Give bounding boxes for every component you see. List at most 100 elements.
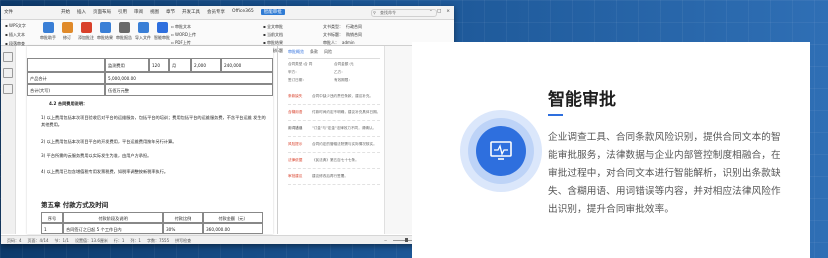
ribbon-tab[interactable]: 视图 xyxy=(150,9,159,15)
review-tab[interactable]: 风险 xyxy=(324,49,332,54)
ribbon-tab[interactable]: 开始 xyxy=(61,9,70,15)
document-page[interactable]: 监测费用 120 月 2,000 240,000 产品合计 5,000,000.00 合计(大… xyxy=(27,46,273,234)
status-left-group: 页码：4 页面：4/14 节：1/1 设置值：13.6厘米 行：1 列：1 字数：7555 拼… xyxy=(7,236,191,244)
clause-paragraph: 1) 以上费用包括本次项目验收后对平台的运维服务，包括平台的培训；费用包括平台的… xyxy=(41,115,266,127)
payment-table-header: 付款阶段及说明 xyxy=(63,212,163,223)
review-item-text: 建议修改后再行签署。 xyxy=(312,174,348,178)
review-item-tag: 用词错误 xyxy=(288,126,303,130)
review-summary-field: 甲方： xyxy=(288,70,299,74)
ribbon-field-value[interactable]: admin xyxy=(342,40,355,45)
ribbon-upload-item[interactable]: ▫ 审批文本 xyxy=(171,23,196,31)
status-position: 设置值：13.6厘米 xyxy=(74,238,108,243)
ribbon-field-row: 文书类型： 行政合同 xyxy=(323,23,362,31)
payment-table-cell: 1 xyxy=(41,223,63,234)
review-item[interactable]: 条款缺失 合同中缺少违约责任条款，建议补充。 xyxy=(288,90,380,105)
ribbon-tab[interactable]: 开发工具 xyxy=(182,9,200,15)
status-words: 字数：7555 xyxy=(146,238,170,243)
ribbon-button-label: 智能审批 xyxy=(154,35,170,40)
status-spell[interactable]: 拼写检查 xyxy=(175,236,191,244)
ribbon-button-icon xyxy=(80,22,92,33)
status-pages: 页面：4/14 xyxy=(27,238,49,243)
title-underline xyxy=(548,114,563,116)
monitor-pulse-icon-graphic xyxy=(490,141,512,160)
review-item-text: 付款时间约定不明确，建议补充具体日期。 xyxy=(312,110,380,114)
clause-paragraph: 2) 以上费用包括本次项目平台的开发费用，平台运维费用按年另行计算。 xyxy=(41,139,177,144)
review-item-tag: 审批建议 xyxy=(288,174,303,178)
review-item[interactable]: 用词错误 "订金"与"定金"法律效力不同，请确认。 xyxy=(288,122,380,137)
ribbon-left-group: ▪ WPS文字 ▪ 插入文本 ▪ 段落审查 xyxy=(5,23,26,47)
payment-table-header: 序号 xyxy=(41,212,63,223)
ribbon-view-item[interactable]: ▪ 当前文档 xyxy=(263,31,283,39)
review-item-text: 合同约定的管辖法院需与实际情况核实。 xyxy=(312,142,377,146)
review-item[interactable]: 含糊用语 付款时间约定不明确，建议补充具体日期。 xyxy=(288,106,380,121)
file-menu[interactable]: 文件 xyxy=(4,9,13,15)
status-bar: 页码：4 页面：4/14 节：1/1 设置值：13.6厘米 行：1 列：1 字数：7555 拼… xyxy=(1,235,454,244)
review-tab[interactable]: 审批概览 xyxy=(288,49,304,54)
feature-title: 智能审批 xyxy=(548,90,616,110)
clause-paragraph: 3) 平台所需的云服务费用以实际发生为准，由用户方承担。 xyxy=(41,153,152,158)
ribbon-field-value[interactable]: 行政合同 xyxy=(346,24,362,29)
ribbon-tab[interactable]: 章节 xyxy=(166,9,175,15)
ribbon-tab[interactable]: 会员专享 xyxy=(207,9,225,15)
review-tab[interactable]: 条款 xyxy=(310,49,318,54)
review-summary-field: 乙方： xyxy=(334,70,345,74)
ribbon-tab[interactable]: 审阅 xyxy=(134,9,143,15)
zoom-thumb[interactable] xyxy=(405,238,409,243)
ribbon-field-row: 文书标题： 购销合同 xyxy=(323,31,362,39)
ribbon-field-label: 审批人： xyxy=(323,40,339,45)
zoom-out-icon[interactable]: − xyxy=(384,236,387,244)
ribbon-small-button[interactable]: ▪ 插入文本 xyxy=(5,32,26,38)
navigation-icon[interactable] xyxy=(3,52,13,62)
ribbon-tab[interactable]: 智能审批 xyxy=(260,9,285,15)
pane-divider[interactable] xyxy=(277,46,278,234)
payment-table-cell: 360,000.00 xyxy=(203,223,263,234)
status-page: 页码：4 xyxy=(7,238,22,243)
section-heading: 4.2 合同费用说明： xyxy=(49,101,88,106)
ribbon-document-fields: 文书类型： 行政合同 文书标题： 购销合同 审批人： admin xyxy=(323,23,362,47)
review-summary-field: 有效期限： xyxy=(334,78,352,82)
menu-tab-bar: 文件 开始 插入 页面布局 引用 审阅 视图 章节 开发工具 会员专享 Office365 智能审批… xyxy=(1,6,454,20)
close-icon[interactable]: × xyxy=(446,9,450,14)
ribbon-small-button[interactable]: ▪ WPS文字 xyxy=(5,23,26,29)
payment-table-header: 付款比例 xyxy=(163,212,203,223)
ribbon-button-icon xyxy=(99,22,111,33)
feature-icon-ring-outer xyxy=(460,110,542,192)
ribbon-upload-item[interactable]: ▫ WORD上传 xyxy=(171,31,196,39)
left-navigation-sidebar xyxy=(1,46,16,234)
review-tabs: 审批概览 条款 风险 xyxy=(288,49,338,55)
table-cell: 监测费用 xyxy=(105,58,149,72)
window-controls: – □ × xyxy=(430,9,450,14)
ribbon-toolbar: ▪ WPS文字 ▪ 插入文本 ▪ 段落审查 审批助手 修订 添加批注 审批结果 审批报告 导入… xyxy=(1,20,454,53)
table-cell: 2,000 xyxy=(191,58,221,72)
review-item[interactable]: 风险提示 合同约定的管辖法院需与实际情况核实。 xyxy=(288,138,380,153)
ribbon-tab[interactable]: 页面布局 xyxy=(93,9,111,15)
maximize-icon[interactable]: □ xyxy=(437,9,441,14)
ribbon-tab[interactable]: 插入 xyxy=(77,9,86,15)
clause-paragraph: 4) 以上费用已包含增值税专用发票税费，如税率调整按新税率执行。 xyxy=(41,169,169,174)
review-item[interactable]: 法律依据 《民法典》第五百七十七条。 xyxy=(288,154,380,169)
table-cell: 5,000,000.00 xyxy=(105,72,273,84)
review-item-text: 《民法典》第五百七十七条。 xyxy=(312,158,359,162)
table-cell: 产品合计 xyxy=(27,72,105,84)
document-editor-window: 文件 开始 插入 页面布局 引用 审阅 视图 章节 开发工具 会员专享 Office365 智能审批… xyxy=(1,6,454,244)
ribbon-big-button[interactable]: 智能审批 xyxy=(151,22,173,41)
ribbon-field-value[interactable]: 购销合同 xyxy=(346,32,362,37)
command-search-input[interactable]: ⚲ 查找命令 xyxy=(371,9,437,17)
ribbon-tab[interactable]: 引用 xyxy=(118,9,127,15)
ribbon-button-icon xyxy=(137,22,149,33)
table-cell: 合计(大写) xyxy=(27,84,105,96)
ribbon-button-icon xyxy=(61,22,73,33)
review-item-tag: 含糊用语 xyxy=(288,110,303,114)
ribbon-view-item[interactable]: ▪ 全文审批 xyxy=(263,23,283,31)
outline-icon[interactable] xyxy=(3,84,13,94)
ribbon-tabs: 开始 插入 页面布局 引用 审阅 视图 章节 开发工具 会员专享 Office365 智能审批 xyxy=(61,9,285,15)
review-item[interactable]: 审批建议 建议修改后再行签署。 xyxy=(288,170,380,185)
review-item-tag: 风险提示 xyxy=(288,142,303,146)
table-cell: 120 xyxy=(149,58,169,72)
monitor-pulse-icon xyxy=(476,126,526,176)
payment-table-cell: 合同签订之日起 5 个工作日内 xyxy=(63,223,163,234)
ribbon-tab[interactable]: Office365 xyxy=(232,9,254,15)
bookmark-icon[interactable] xyxy=(3,68,13,78)
feature-card: 智能审批 企业调查工具、合同条款风险识别，提供合同文本的智能审批服务，法律数据与… xyxy=(412,42,810,258)
minimize-icon[interactable]: – xyxy=(430,9,432,14)
